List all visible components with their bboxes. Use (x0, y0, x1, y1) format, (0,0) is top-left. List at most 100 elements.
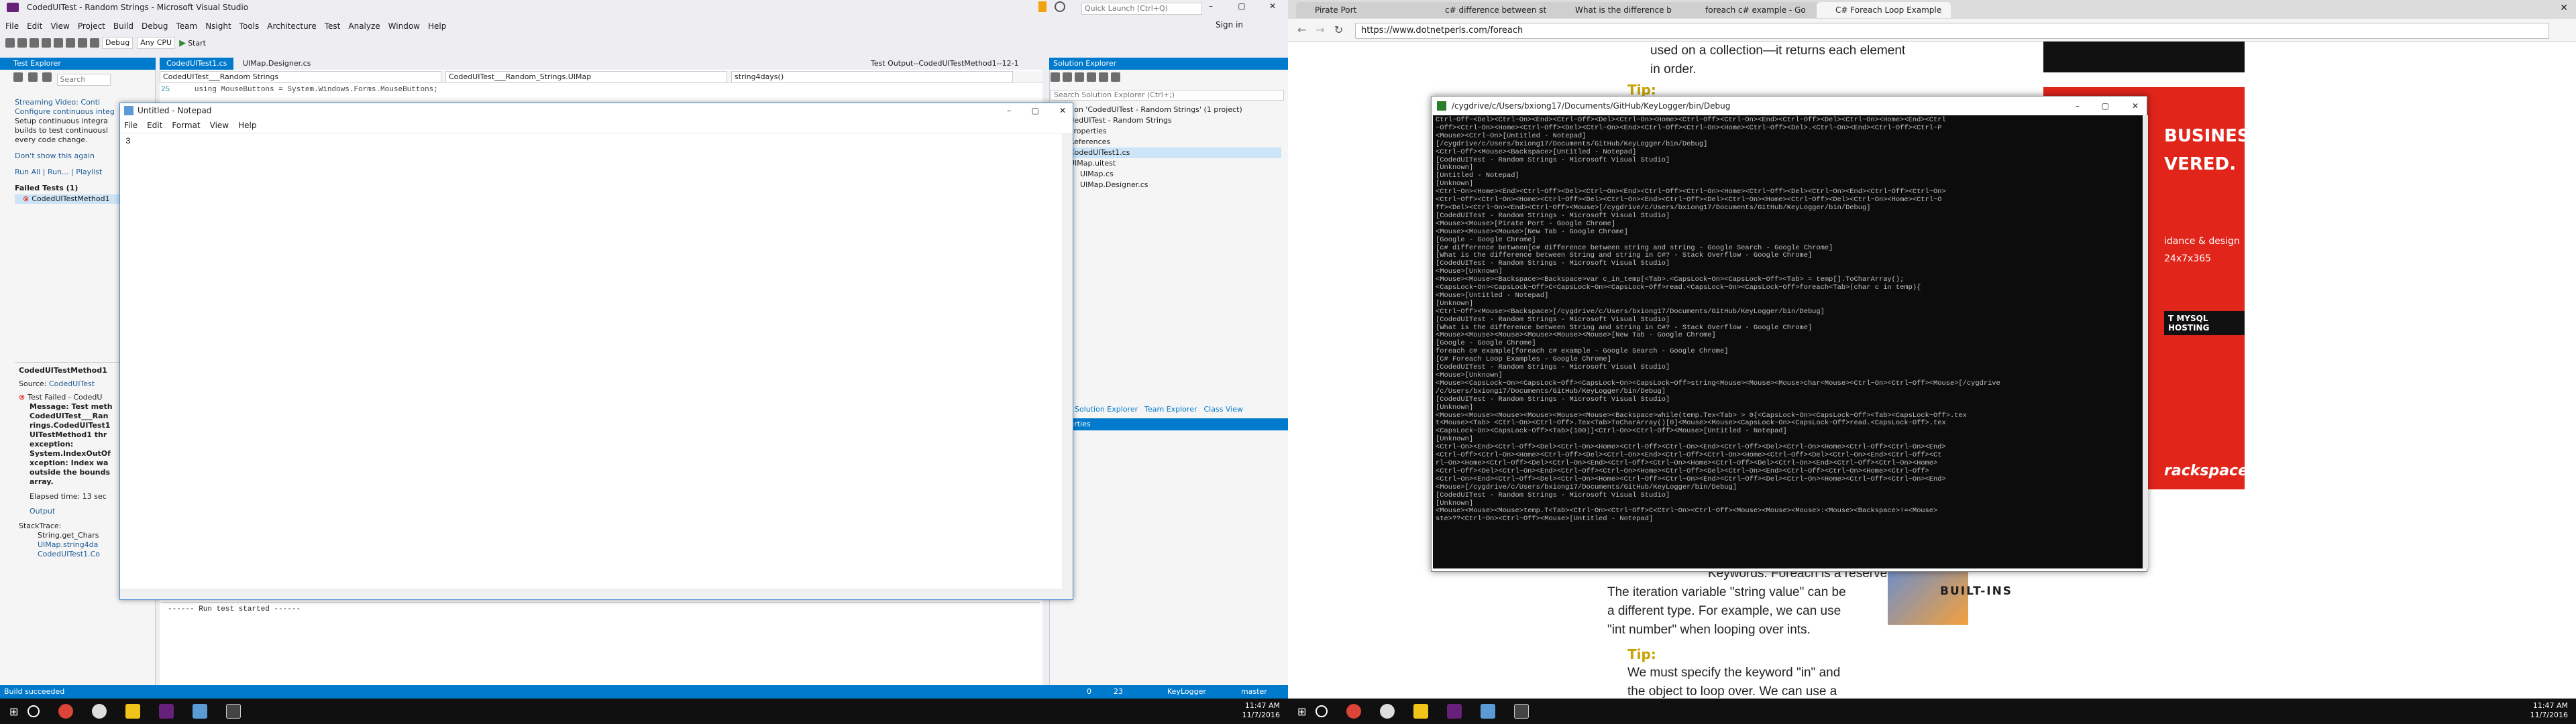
app-icon[interactable] (92, 704, 107, 719)
tab-pirate-port[interactable]: Pirate Port (1296, 2, 1430, 18)
tree-uimap-cs[interactable]: UIMap.cs (1053, 169, 1281, 180)
vs-maximize-button[interactable]: ▢ (1226, 1, 1257, 15)
tree-solution[interactable]: Solution 'CodedUITest - Random Strings' … (1053, 105, 1281, 115)
tab-foreach-loop[interactable]: C# Foreach Loop Example (1817, 2, 1951, 18)
code-text[interactable]: using MouseButtons = System.Windows.Form… (195, 86, 438, 94)
forward-icon[interactable] (17, 38, 27, 48)
file-explorer-icon[interactable] (1413, 704, 1429, 719)
feedback-icon[interactable] (1055, 1, 1065, 12)
chrome-close-icon[interactable]: ✕ (2560, 3, 2568, 13)
forward-arrow-icon[interactable]: → (1316, 23, 1324, 36)
clock-right[interactable]: 11:47 AM 11/7/2016 (2530, 701, 2568, 720)
test-filter-icon[interactable] (28, 72, 38, 82)
notepad-maximize-button[interactable]: ▢ (1032, 103, 1039, 118)
notepad-menu-view[interactable]: View (210, 119, 229, 131)
ad-banner-top[interactable] (2043, 42, 2245, 72)
notepad-menu-file[interactable]: File (124, 119, 138, 131)
configuration-select[interactable]: Debug (102, 37, 133, 49)
menu-item-tools[interactable]: Tools (239, 21, 260, 31)
notepad-menu-format[interactable]: Format (172, 119, 200, 131)
test-group-icon[interactable] (42, 72, 52, 82)
nav-project-select[interactable]: CodedUITest___Random Strings (160, 70, 441, 83)
chrome-icon[interactable] (58, 704, 74, 719)
home-icon[interactable] (1051, 72, 1060, 82)
terminal-minimize-button[interactable]: – (2076, 97, 2080, 115)
test-search-input[interactable]: Search (56, 74, 111, 86)
terminal-icon[interactable] (226, 704, 241, 719)
sync-icon[interactable] (1063, 72, 1072, 82)
tree-project[interactable]: CodedUITest - Random Strings (1053, 115, 1281, 126)
visual-studio-icon[interactable] (159, 704, 174, 719)
notepad-close-button[interactable]: ✕ (1059, 103, 1066, 118)
warning-count[interactable]: 23 (1114, 685, 1123, 699)
redo-icon[interactable] (90, 38, 99, 48)
tree-references[interactable]: References (1053, 137, 1281, 147)
notepad-taskbar-icon[interactable] (1481, 704, 1496, 719)
tab-class-view[interactable]: Class View (1203, 405, 1243, 414)
address-bar[interactable]: https://www.dotnetperls.com/foreach (1355, 23, 2549, 39)
notepad-vscrollbar[interactable] (1062, 133, 1073, 589)
notification-flag-icon[interactable] (1038, 1, 1046, 12)
source-link[interactable]: CodedUITest (49, 379, 95, 388)
clock-left[interactable]: 11:47 AM 11/7/2016 (1242, 701, 1280, 720)
back-arrow-icon[interactable]: ← (1297, 23, 1306, 36)
nav-member-select[interactable]: string4days() (731, 70, 1013, 83)
notepad-text-area[interactable]: 3 (120, 133, 1073, 589)
menu-item-window[interactable]: Window (388, 21, 420, 31)
tab-uimap-designer[interactable]: UIMap.Designer.cs (236, 58, 318, 70)
show-all-icon[interactable] (1099, 72, 1108, 82)
visual-studio-icon[interactable] (1447, 704, 1462, 719)
tree-uimap-uitest[interactable]: UIMap.uitest (1053, 158, 1281, 169)
quick-launch-input[interactable]: Quick Launch (Ctrl+Q) (1081, 3, 1202, 15)
vs-close-button[interactable]: ✕ (1257, 1, 1288, 15)
platform-select[interactable]: Any CPU (137, 37, 176, 49)
tab-stackoverflow[interactable]: What is the difference b (1556, 2, 1690, 18)
menu-item-help[interactable]: Help (428, 21, 446, 31)
tree-uimap-designer[interactable]: UIMap.Designer.cs (1053, 180, 1281, 190)
menu-item-test[interactable]: Test (325, 21, 341, 31)
tree-properties[interactable]: Properties (1053, 126, 1281, 137)
refresh-icon[interactable] (1075, 72, 1084, 82)
menu-item-project[interactable]: Project (78, 21, 105, 31)
start-menu-icon[interactable]: ⊞ (9, 705, 18, 718)
properties-icon[interactable] (1111, 72, 1120, 82)
builtins-label[interactable]: BUILT-INS (1940, 585, 2012, 598)
tree-codeduitest1[interactable]: CodedUITest1.cs (1053, 147, 1281, 158)
notepad-menu-edit[interactable]: Edit (147, 119, 162, 131)
terminal-close-button[interactable]: ✕ (2132, 97, 2139, 115)
run-all-link[interactable]: Run All (15, 168, 40, 177)
test-run-icon[interactable] (13, 72, 23, 82)
open-file-icon[interactable] (42, 38, 51, 48)
tab-codeduitest1[interactable]: CodedUITest1.cs (160, 58, 234, 70)
repo-name[interactable]: KeyLogger (1167, 685, 1206, 699)
vs-minimize-button[interactable]: – (1195, 1, 1226, 15)
tab-difference-search[interactable]: c# difference between st (1426, 2, 1560, 18)
menu-item-architecture[interactable]: Architecture (267, 21, 316, 31)
tab-test-output[interactable]: Test Output--CodedUITestMethod1--12-1 (864, 58, 1026, 70)
notepad-hscrollbar[interactable] (120, 589, 1073, 599)
back-icon[interactable] (5, 38, 15, 48)
terminal-output[interactable]: Ctrl~Off~<Del><Ctrl~On><End><Ctrl~Off><D… (1433, 115, 2143, 568)
run-link[interactable]: Run... (48, 168, 69, 177)
reload-icon[interactable]: ↻ (1334, 23, 1343, 36)
undo-icon[interactable] (78, 38, 87, 48)
notepad-taskbar-icon[interactable] (193, 704, 208, 719)
collapse-icon[interactable] (1087, 72, 1096, 82)
save-all-icon[interactable] (66, 38, 75, 48)
terminal-maximize-button[interactable]: ▢ (2102, 97, 2109, 115)
tab-team-explorer[interactable]: Team Explorer (1144, 405, 1197, 414)
nav-class-select[interactable]: CodedUITest___Random_Strings.UIMap (445, 70, 727, 83)
file-explorer-icon[interactable] (125, 704, 141, 719)
menu-item-build[interactable]: Build (113, 21, 133, 31)
save-icon[interactable] (54, 38, 63, 48)
menu-item-edit[interactable]: Edit (27, 21, 42, 31)
tab-foreach-search[interactable]: foreach c# example - Go (1686, 2, 1821, 18)
start-button[interactable]: Start (188, 39, 206, 48)
solution-search-input[interactable]: Search Solution Explorer (Ctrl+;) (1051, 90, 1284, 101)
tab-solution-explorer[interactable]: Solution Explorer (1075, 405, 1138, 414)
search-icon[interactable] (28, 705, 40, 717)
error-count[interactable]: 0 (1087, 685, 1091, 699)
menu-item-nsight[interactable]: Nsight (205, 21, 231, 31)
chrome-icon[interactable] (1346, 704, 1362, 719)
start-menu-icon[interactable]: ⊞ (1297, 705, 1306, 718)
